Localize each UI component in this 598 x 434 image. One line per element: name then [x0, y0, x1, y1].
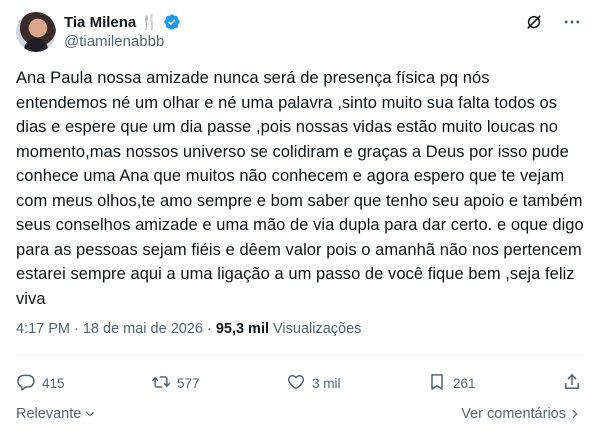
- meta-separator: ·: [206, 321, 212, 337]
- sort-label: Relevante: [16, 406, 82, 422]
- reply-icon: [16, 372, 36, 395]
- tweet-header: Tia Milena 🍴 @tiamilenabbb: [16, 10, 582, 54]
- share-icon: [562, 372, 582, 395]
- bookmark-icon: [427, 372, 447, 395]
- grok-icon[interactable]: [524, 12, 544, 32]
- tweet-time[interactable]: 4:17 PM: [16, 321, 70, 337]
- views-count: 95,3 mil: [215, 321, 270, 337]
- repost-button[interactable]: 577: [151, 372, 200, 395]
- share-button[interactable]: [562, 372, 582, 395]
- repost-count: 577: [177, 375, 200, 391]
- view-comments-label: Ver comentários: [461, 406, 566, 422]
- reply-count: 415: [42, 375, 65, 391]
- bookmark-count: 261: [452, 375, 476, 391]
- display-name[interactable]: Tia Milena: [64, 14, 136, 31]
- tweet-date[interactable]: 18 de mai de 2026: [83, 321, 203, 337]
- view-comments-link[interactable]: Ver comentários: [461, 406, 582, 422]
- action-bar: 415 577 3 mil 261: [16, 368, 582, 398]
- name-row: Tia Milena 🍴: [64, 12, 181, 32]
- like-button[interactable]: 3 mil: [286, 372, 341, 395]
- divider: [16, 355, 582, 356]
- like-count: 3 mil: [312, 375, 341, 391]
- replies-footer: Relevante Ver comentários: [16, 404, 582, 424]
- sort-dropdown[interactable]: Relevante: [16, 406, 97, 422]
- author-info: Tia Milena 🍴 @tiamilenabbb: [64, 12, 181, 50]
- reply-button[interactable]: 415: [16, 372, 65, 395]
- repost-icon: [151, 372, 171, 395]
- tweet-text: Ana Paula nossa amizade nunca será de pr…: [16, 69, 584, 308]
- views-label: Visualizações: [273, 321, 362, 337]
- bookmark-button[interactable]: 261: [427, 372, 476, 395]
- heart-icon: [286, 372, 306, 395]
- more-options-icon[interactable]: [562, 12, 582, 32]
- chevron-right-icon: [568, 407, 582, 421]
- author-handle[interactable]: @tiamilenabbb: [64, 33, 181, 50]
- tweet-meta: 4:17 PM · 18 de mai de 2026 · 95,3 mil V…: [16, 321, 361, 337]
- meta-separator: ·: [74, 321, 79, 337]
- avatar[interactable]: [16, 12, 56, 52]
- fork-knife-emoji: 🍴: [140, 13, 159, 31]
- verified-badge-icon[interactable]: [163, 13, 181, 31]
- chevron-down-icon: [83, 407, 97, 421]
- header-actions: [524, 12, 582, 32]
